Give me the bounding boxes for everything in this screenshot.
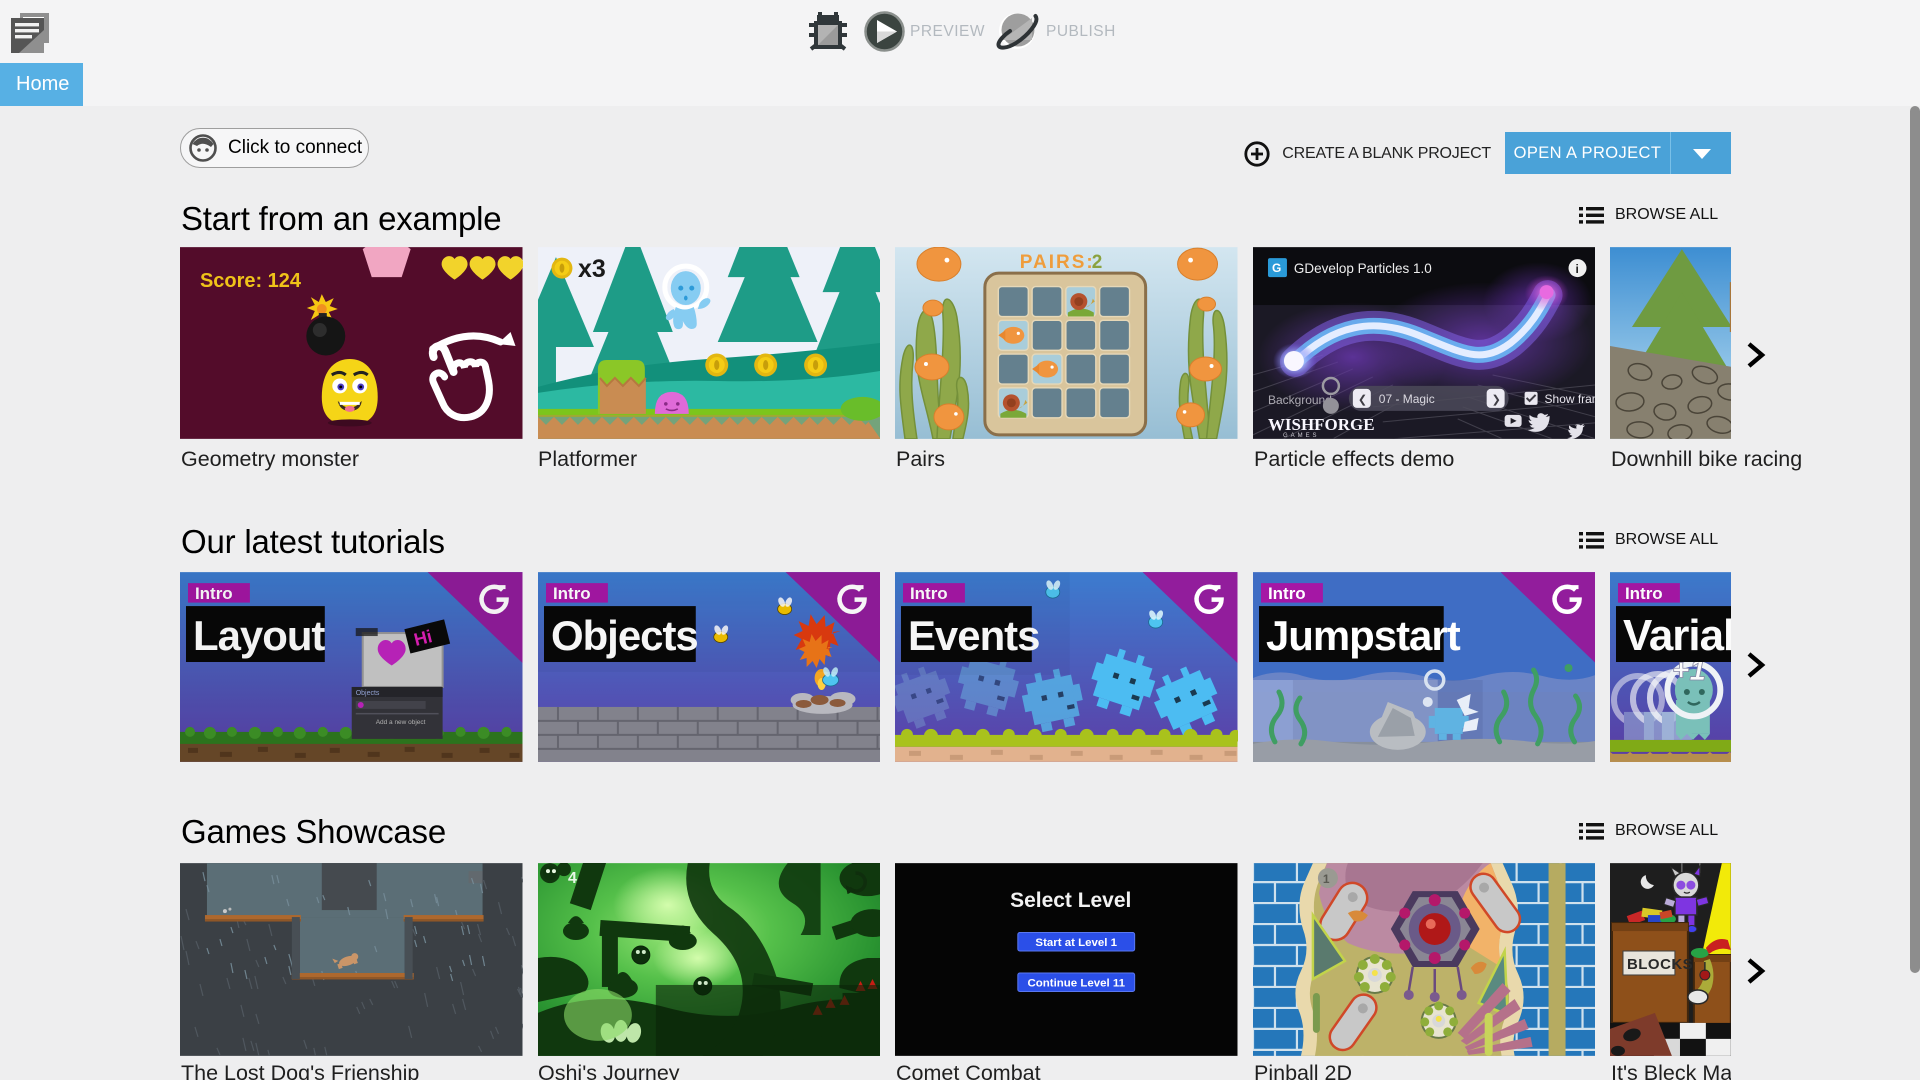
svg-text:Intro: Intro (1267, 584, 1305, 603)
svg-text:Select Level: Select Level (1010, 889, 1131, 912)
svg-text:x3: x3 (577, 255, 605, 283)
svg-text:Continue Level 11: Continue Level 11 (1027, 977, 1125, 989)
svg-text:G: G (1271, 261, 1280, 275)
svg-text:PAIRS:: PAIRS: (1020, 252, 1095, 273)
svg-text:Jumpstart: Jumpstart (1265, 612, 1460, 659)
svg-text:Start at Level 1: Start at Level 1 (1035, 937, 1117, 949)
svg-text:i: i (1575, 262, 1578, 276)
svg-text:Score: 124: Score: 124 (200, 270, 301, 292)
svg-text:1: 1 (1322, 872, 1329, 886)
svg-text:GDevelop Particles 1.0: GDevelop Particles 1.0 (1293, 261, 1431, 276)
svg-text:2: 2 (1092, 252, 1103, 273)
svg-text:4: 4 (567, 870, 576, 887)
